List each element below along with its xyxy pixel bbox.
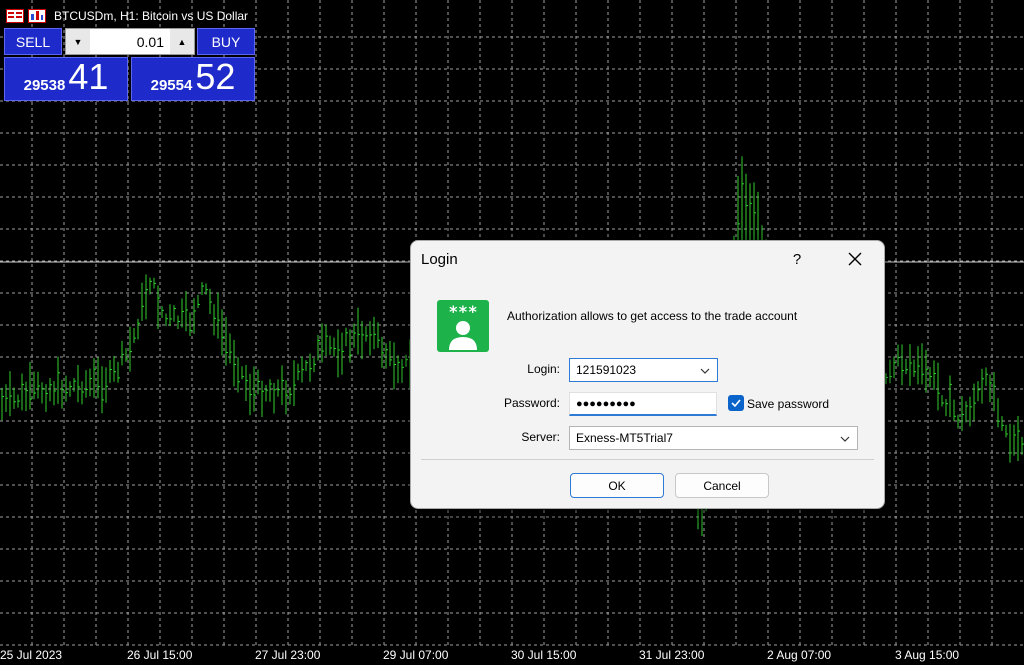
time-axis: 25 Jul 2023 26 Jul 15:00 27 Jul 23:00 29… bbox=[0, 646, 1024, 665]
lot-size-stepper[interactable]: ▼ 0.01 ▲ bbox=[65, 28, 195, 55]
time-label: 3 Aug 15:00 bbox=[895, 648, 960, 662]
password-input[interactable]: ●●●●●●●●● bbox=[569, 392, 717, 416]
time-label: 26 Jul 15:00 bbox=[127, 648, 193, 662]
ok-button[interactable]: OK bbox=[570, 473, 664, 498]
sell-button[interactable]: SELL bbox=[4, 28, 62, 55]
server-combobox[interactable]: Exness-MT5Trial7 bbox=[569, 426, 858, 450]
chart-title-bar: BTCUSDm, H1: Bitcoin vs US Dollar bbox=[6, 7, 248, 25]
cancel-button[interactable]: Cancel bbox=[675, 473, 769, 498]
dialog-title: Login bbox=[421, 251, 458, 268]
close-icon bbox=[848, 252, 862, 266]
server-value: Exness-MT5Trial7 bbox=[576, 431, 673, 445]
user-key-icon: *** bbox=[437, 300, 489, 352]
dialog-title-bar[interactable]: Login ? bbox=[411, 241, 884, 277]
one-click-trading-panel: SELL ▼ 0.01 ▲ BUY 29538 41 29554 52 bbox=[4, 28, 255, 101]
time-label: 29 Jul 07:00 bbox=[383, 648, 449, 662]
authorization-message: Authorization allows to get access to th… bbox=[507, 309, 798, 323]
server-label: Server: bbox=[521, 430, 560, 444]
buy-price-major: 29554 bbox=[150, 77, 193, 94]
icon-stars: *** bbox=[449, 302, 478, 321]
triangle-up-icon: ▲ bbox=[177, 36, 187, 47]
dialog-separator bbox=[421, 459, 874, 460]
time-label: 25 Jul 2023 bbox=[0, 648, 63, 662]
password-label: Password: bbox=[503, 396, 560, 410]
sell-price-major: 29538 bbox=[23, 77, 66, 94]
time-label: 30 Jul 15:00 bbox=[511, 648, 577, 662]
login-value: 121591023 bbox=[576, 363, 637, 377]
checkmark-icon bbox=[731, 399, 741, 408]
chart-menu-icon[interactable] bbox=[6, 9, 24, 23]
password-mask: ●●●●●●●●● bbox=[576, 397, 636, 410]
login-label: Login: bbox=[527, 362, 560, 376]
chart-symbol-title: BTCUSDm, H1: Bitcoin vs US Dollar bbox=[54, 9, 249, 23]
sell-price-minor: 41 bbox=[68, 56, 109, 97]
triangle-down-icon: ▼ bbox=[73, 36, 83, 47]
chart-bars-icon[interactable] bbox=[28, 9, 46, 23]
lot-size-value[interactable]: 0.01 bbox=[90, 34, 170, 50]
login-combobox[interactable]: 121591023 bbox=[569, 358, 718, 382]
chevron-down-icon[interactable] bbox=[839, 433, 851, 445]
save-password-label[interactable]: Save password bbox=[747, 397, 829, 411]
help-icon: ? bbox=[792, 250, 802, 268]
close-button[interactable] bbox=[839, 247, 871, 271]
save-password-checkbox[interactable] bbox=[728, 395, 744, 411]
buy-price-minor: 52 bbox=[195, 56, 236, 97]
help-button[interactable]: ? bbox=[781, 247, 813, 271]
lot-increase-button[interactable]: ▲ bbox=[170, 29, 194, 54]
time-label: 31 Jul 23:00 bbox=[639, 648, 705, 662]
lot-decrease-button[interactable]: ▼ bbox=[66, 29, 90, 54]
login-dialog: Login ? *** Authorization allows to get … bbox=[410, 240, 885, 509]
chevron-down-icon[interactable] bbox=[699, 365, 711, 377]
sell-price-button[interactable]: 29538 41 bbox=[4, 57, 128, 101]
buy-button[interactable]: BUY bbox=[197, 28, 255, 55]
buy-price-button[interactable]: 29554 52 bbox=[131, 57, 255, 101]
time-label: 27 Jul 23:00 bbox=[255, 648, 321, 662]
time-label: 2 Aug 07:00 bbox=[767, 648, 832, 662]
